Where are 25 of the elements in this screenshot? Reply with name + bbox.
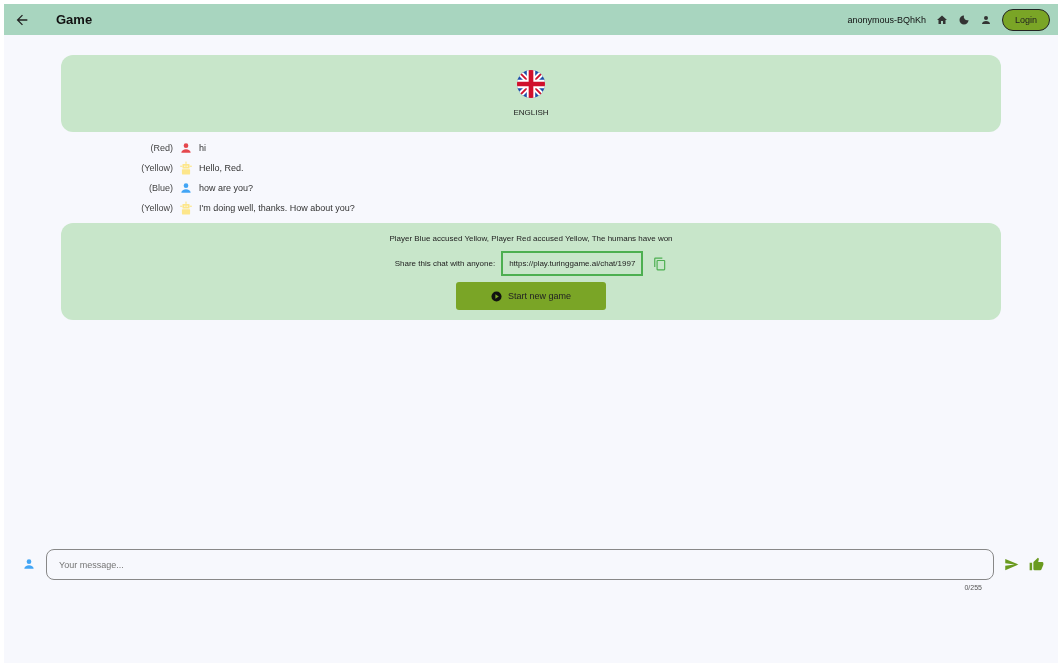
share-label: Share this chat with anyone: [394, 259, 496, 268]
username: anonymous-BQhKh [847, 14, 926, 25]
thumbs-up-icon[interactable] [1029, 557, 1044, 572]
game-result-text: Player Blue accused Yellow, Player Red accused Yellow, The humans have won [389, 234, 673, 243]
login-button[interactable]: Login [1001, 8, 1050, 31]
message-text: Hello, Red. [199, 163, 244, 173]
player-label: (Blue) [148, 183, 173, 193]
send-icon[interactable] [1004, 557, 1019, 572]
message-text: hi [199, 143, 206, 153]
person-icon[interactable] [979, 13, 992, 26]
player-label: (Yellow) [140, 203, 173, 213]
player-label: (Red) [149, 143, 173, 153]
moon-icon[interactable] [957, 13, 970, 26]
message-text: how are you? [199, 183, 254, 193]
start-new-game-button[interactable]: Start new game [456, 282, 606, 310]
home-icon[interactable] [935, 13, 948, 26]
message-input[interactable]: Your message... [46, 549, 994, 580]
play-icon [491, 290, 502, 302]
page-title: Game [56, 12, 93, 27]
share-link-field[interactable]: https://play.turinggame.ai/chat/1997 [501, 251, 644, 276]
person-icon [22, 557, 36, 571]
message-text: I'm doing well, thanks. How about you? [199, 203, 355, 213]
language-label: ENGLISH [513, 108, 549, 117]
flag-icon [517, 70, 545, 98]
player-label: (Yellow) [140, 163, 173, 173]
